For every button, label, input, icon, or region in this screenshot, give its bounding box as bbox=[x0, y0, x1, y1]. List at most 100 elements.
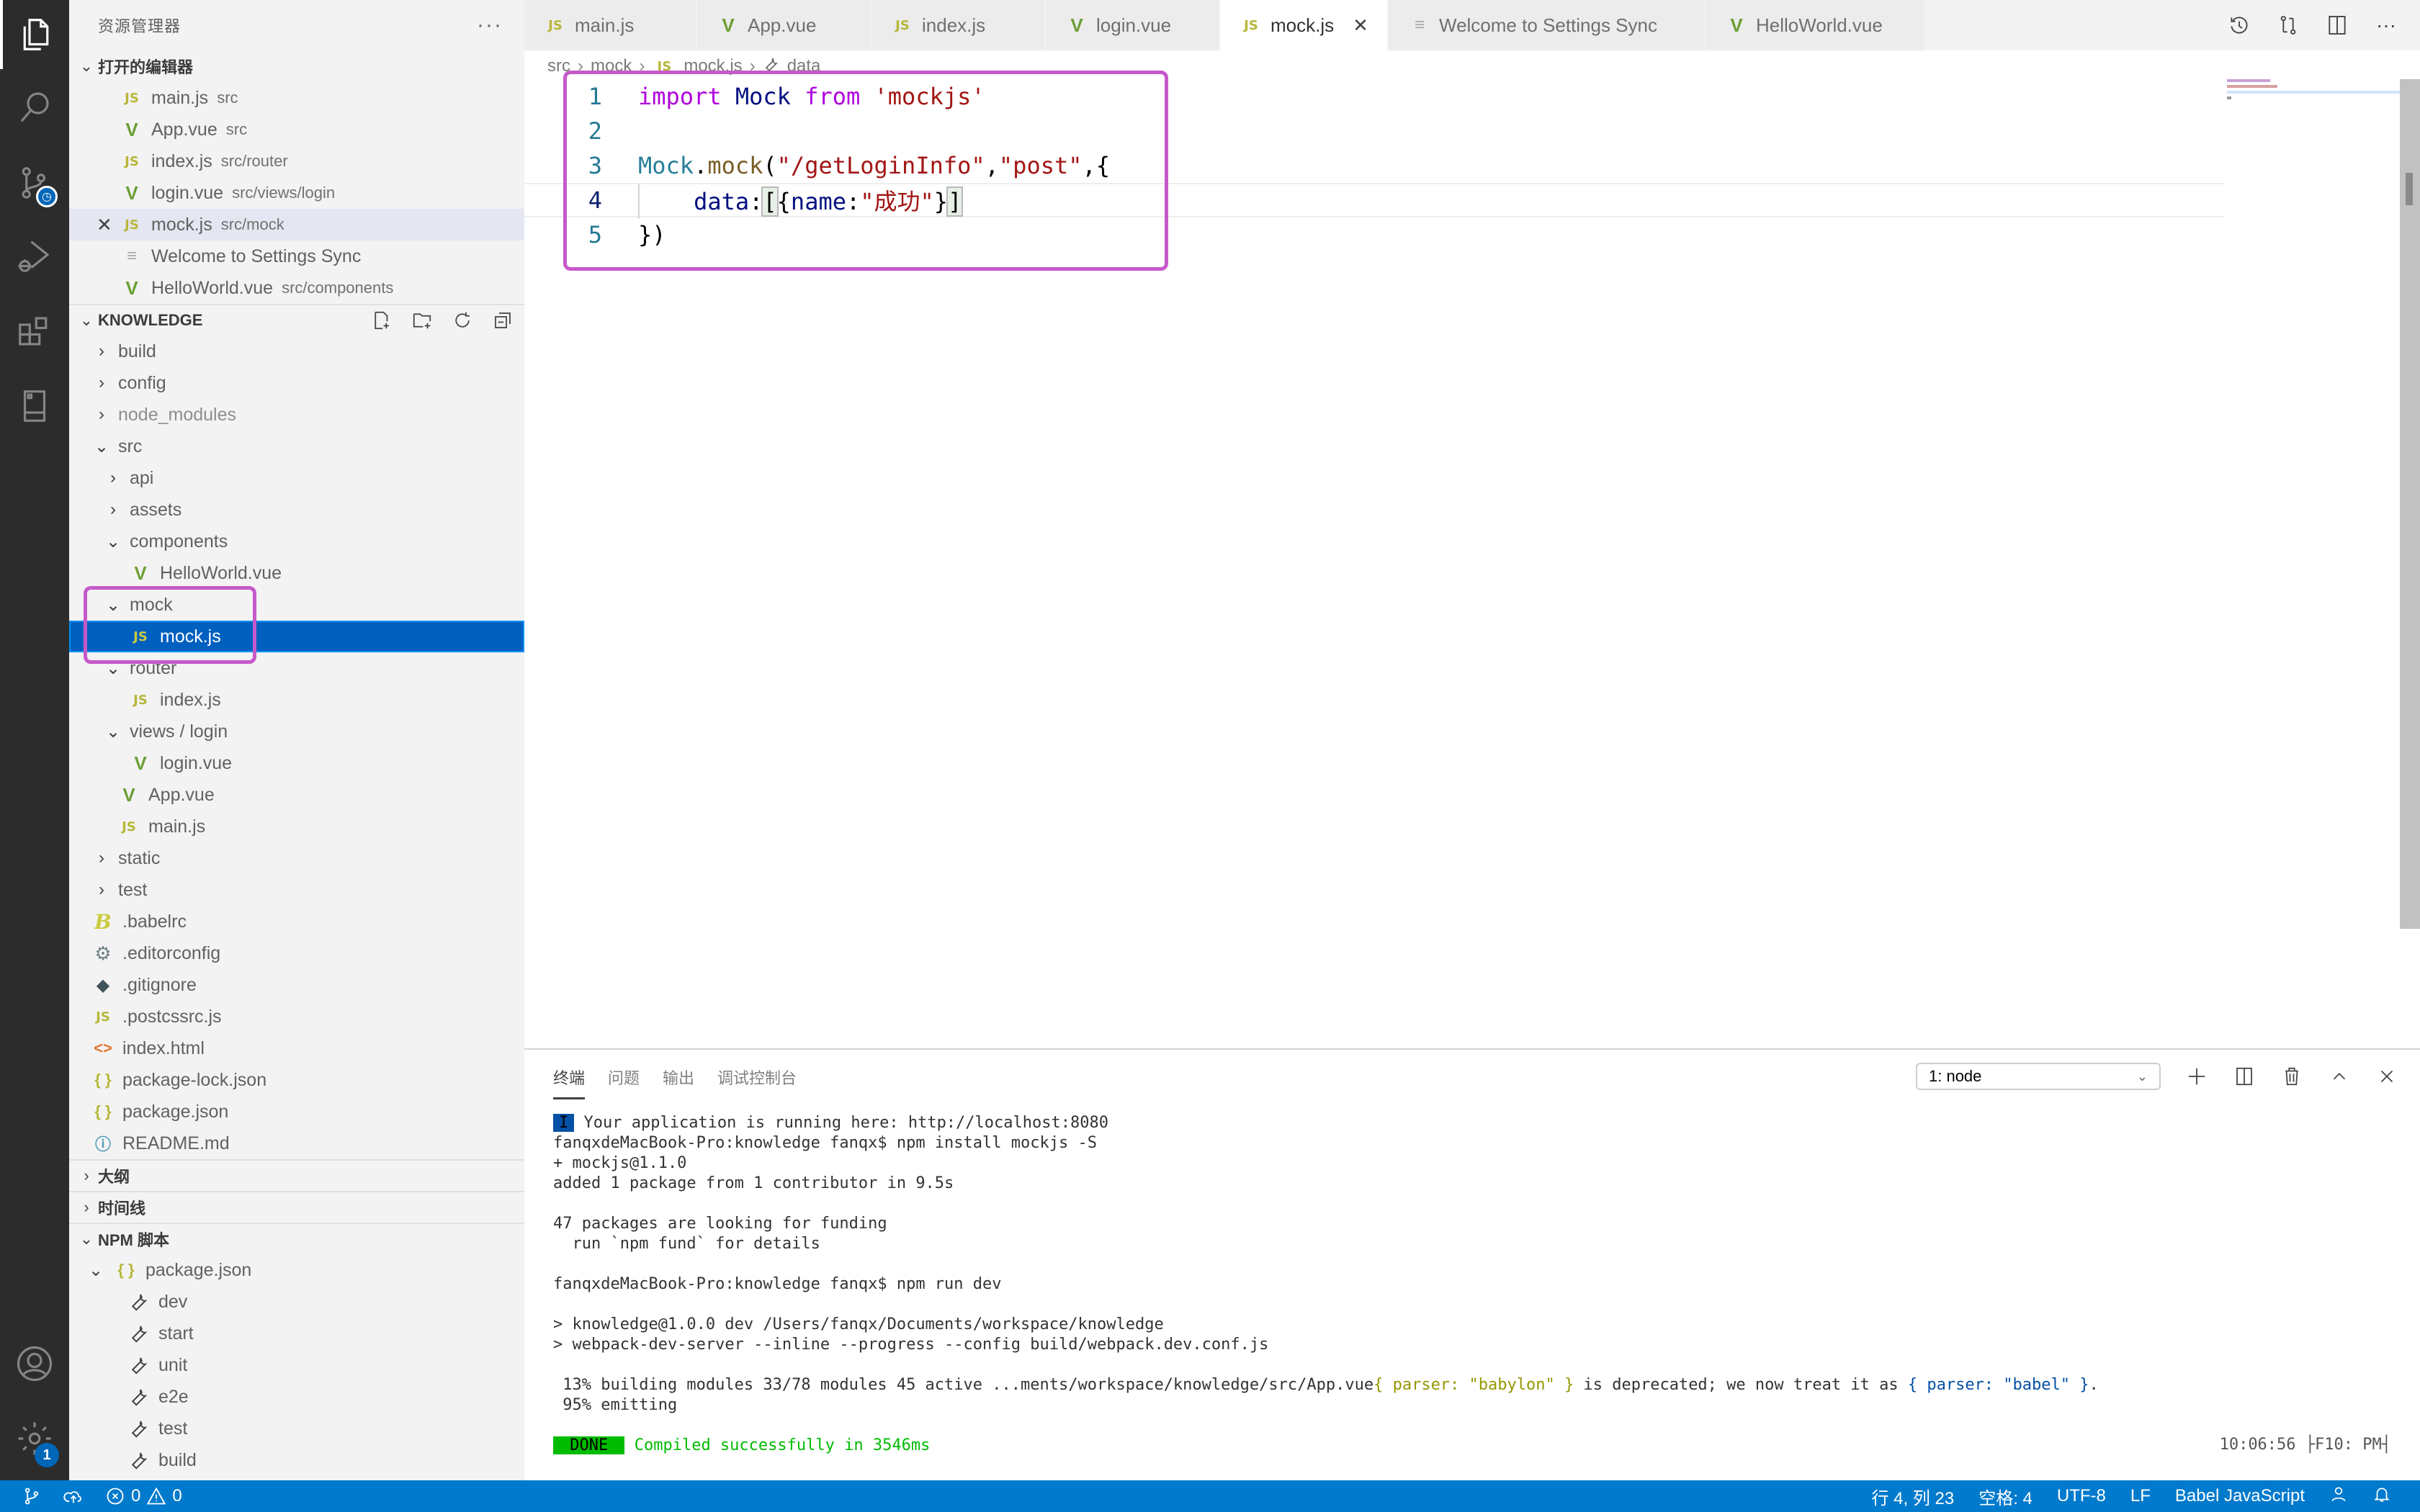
tree-file[interactable]: { } package.json bbox=[69, 1096, 524, 1128]
breadcrumb-item[interactable]: mock bbox=[591, 56, 632, 76]
open-editor-item[interactable]: ✕ JS mock.js src/mock bbox=[69, 209, 524, 240]
tree-file[interactable]: <> index.html bbox=[69, 1032, 524, 1064]
problems-button[interactable]: 0 0 bbox=[105, 1486, 182, 1506]
cursor-position[interactable]: 行 4, 列 23 bbox=[1871, 1484, 1954, 1509]
tree-file[interactable]: V HelloWorld.vue bbox=[69, 557, 524, 589]
indentation[interactable]: 空格: 4 bbox=[1978, 1484, 2033, 1509]
breadcrumb-item[interactable]: src bbox=[547, 56, 570, 76]
npm-script-item[interactable]: test bbox=[69, 1413, 524, 1444]
panel-tab[interactable]: 调试控制台 bbox=[717, 1066, 797, 1099]
run-debug-button[interactable] bbox=[0, 222, 69, 291]
tree-file[interactable]: JS mock.js bbox=[69, 621, 524, 652]
more-editor-actions-button[interactable]: ··· bbox=[2374, 13, 2398, 37]
split-terminal-button[interactable] bbox=[2233, 1065, 2256, 1088]
npm-script-item[interactable]: dev bbox=[69, 1286, 524, 1318]
vertical-scrollbar[interactable] bbox=[2400, 79, 2420, 929]
tree-file[interactable]: Vlogin.vue bbox=[69, 747, 524, 779]
tree-file[interactable]: ⓘ README.md bbox=[69, 1128, 524, 1159]
more-actions-icon[interactable]: ··· bbox=[477, 13, 503, 37]
open-changes-button[interactable] bbox=[2276, 13, 2300, 37]
editor-tab[interactable]: JS index.js bbox=[871, 0, 1046, 50]
remote-explorer-button[interactable] bbox=[0, 372, 69, 441]
open-editor-item[interactable]: JS main.js src bbox=[69, 82, 524, 114]
terminal-select[interactable]: 1: node ⌄ bbox=[1916, 1063, 2161, 1090]
editor-tab[interactable]: JS mock.js ✕ bbox=[1220, 0, 1389, 50]
refresh-button[interactable] bbox=[451, 309, 474, 332]
panel-tab[interactable]: 问题 bbox=[608, 1066, 640, 1099]
tree-file[interactable]: B .babelrc bbox=[69, 906, 524, 937]
tree-folder[interactable]: › build bbox=[69, 336, 524, 367]
search-button[interactable] bbox=[0, 72, 69, 141]
npm-package-item[interactable]: ⌄ { } package.json bbox=[69, 1254, 524, 1286]
npm-script-item[interactable]: build bbox=[69, 1444, 524, 1476]
panel-tab[interactable]: 输出 bbox=[663, 1066, 694, 1099]
tree-folder[interactable]: › assets bbox=[69, 494, 524, 526]
code-editor[interactable]: 1 import Mock from 'mockjs' 2 3 Mock.mock("/… bbox=[524, 79, 2224, 252]
tree-folder[interactable]: ⌄ views / login bbox=[69, 716, 524, 747]
open-editor-item[interactable]: ≡ Welcome to Settings Sync bbox=[69, 240, 524, 272]
open-editor-item[interactable]: V App.vue src bbox=[69, 114, 524, 145]
manage-button[interactable]: 1 bbox=[0, 1404, 69, 1473]
editor-tab[interactable]: V App.vue bbox=[697, 0, 871, 50]
npm-script-item[interactable]: start bbox=[69, 1318, 524, 1349]
outline-header[interactable]: › 大纲 bbox=[69, 1159, 524, 1191]
scrollbar-thumb[interactable] bbox=[2406, 173, 2413, 205]
npm-scripts-header[interactable]: ⌄ NPM 脚本 bbox=[69, 1223, 524, 1254]
tree-folder[interactable]: ⌄ mock bbox=[69, 589, 524, 621]
panel-tab[interactable]: 终端 bbox=[553, 1066, 586, 1099]
kill-terminal-button[interactable] bbox=[2280, 1065, 2303, 1088]
breadcrumb-item[interactable]: mock.js bbox=[684, 56, 742, 76]
tree-file[interactable]: { } package-lock.json bbox=[69, 1064, 524, 1096]
tree-folder[interactable]: › static bbox=[69, 842, 524, 874]
new-file-button[interactable] bbox=[370, 309, 393, 332]
tree-file[interactable]: ◆ .gitignore bbox=[69, 969, 524, 1001]
branch-button[interactable] bbox=[22, 1486, 42, 1506]
new-terminal-button[interactable] bbox=[2185, 1065, 2208, 1088]
tree-file[interactable]: V App.vue bbox=[69, 779, 524, 811]
open-editor-item[interactable]: V HelloWorld.vue src/components bbox=[69, 272, 524, 304]
accounts-button[interactable] bbox=[0, 1329, 69, 1398]
extensions-button[interactable] bbox=[0, 297, 69, 366]
open-editor-item[interactable]: JS index.js src/router bbox=[69, 145, 524, 177]
sync-button[interactable] bbox=[63, 1486, 84, 1506]
timeline-button[interactable] bbox=[2227, 13, 2251, 37]
editor-tab[interactable]: V HelloWorld.vue bbox=[1706, 0, 1926, 50]
new-folder-button[interactable] bbox=[411, 309, 434, 332]
npm-script-item[interactable]: unit bbox=[69, 1349, 524, 1381]
tree-file[interactable]: JS index.js bbox=[69, 684, 524, 716]
timeline-header[interactable]: › 时间线 bbox=[69, 1191, 524, 1223]
npm-script-item[interactable]: e2e bbox=[69, 1381, 524, 1413]
split-editor-button[interactable] bbox=[2325, 13, 2349, 37]
tree-folder[interactable]: › test bbox=[69, 874, 524, 906]
tree-folder[interactable]: › api bbox=[69, 462, 524, 494]
editor-tab[interactable]: Vlogin.vue bbox=[1046, 0, 1220, 50]
tree-folder[interactable]: ⌄ src bbox=[69, 431, 524, 462]
close-icon[interactable]: ✕ bbox=[97, 214, 112, 236]
notifications-button[interactable] bbox=[2372, 1485, 2391, 1508]
close-icon[interactable]: ✕ bbox=[1353, 14, 1368, 37]
tree-file[interactable]: ⚙ .editorconfig bbox=[69, 937, 524, 969]
end-of-line[interactable]: LF bbox=[2130, 1486, 2151, 1506]
editor-tab[interactable]: ≡ Welcome to Settings Sync bbox=[1389, 0, 1706, 50]
folder-header[interactable]: ⌄ KNOWLEDGE bbox=[69, 304, 524, 336]
editor-tab[interactable]: JS main.js bbox=[524, 0, 697, 50]
tree-folder[interactable]: › config bbox=[69, 367, 524, 399]
tree-folder[interactable]: ⌄ components bbox=[69, 526, 524, 557]
terminal-output[interactable]: I Your application is running here: http… bbox=[553, 1113, 2391, 1456]
open-editors-header[interactable]: ⌄ 打开的编辑器 bbox=[69, 50, 524, 82]
tree-file[interactable]: JS .postcssrc.js bbox=[69, 1001, 524, 1032]
breadcrumb-item[interactable]: data bbox=[787, 56, 821, 76]
encoding[interactable]: UTF-8 bbox=[2057, 1486, 2106, 1506]
open-editor-item[interactable]: Vlogin.vue src/views/login bbox=[69, 177, 524, 209]
close-panel-button[interactable] bbox=[2375, 1065, 2398, 1088]
tree-file[interactable]: JS main.js bbox=[69, 811, 524, 842]
explorer-button[interactable] bbox=[0, 0, 69, 69]
tree-folder[interactable]: › node_modules bbox=[69, 399, 524, 431]
language-mode[interactable]: Babel JavaScript bbox=[2175, 1486, 2305, 1506]
minimap[interactable] bbox=[2227, 79, 2400, 108]
maximize-panel-button[interactable] bbox=[2328, 1065, 2351, 1088]
tree-folder[interactable]: ⌄ router bbox=[69, 652, 524, 684]
collapse-all-button[interactable] bbox=[491, 309, 514, 332]
source-control-button[interactable]: ◷ bbox=[0, 148, 69, 217]
live-share-button[interactable] bbox=[2329, 1485, 2348, 1508]
